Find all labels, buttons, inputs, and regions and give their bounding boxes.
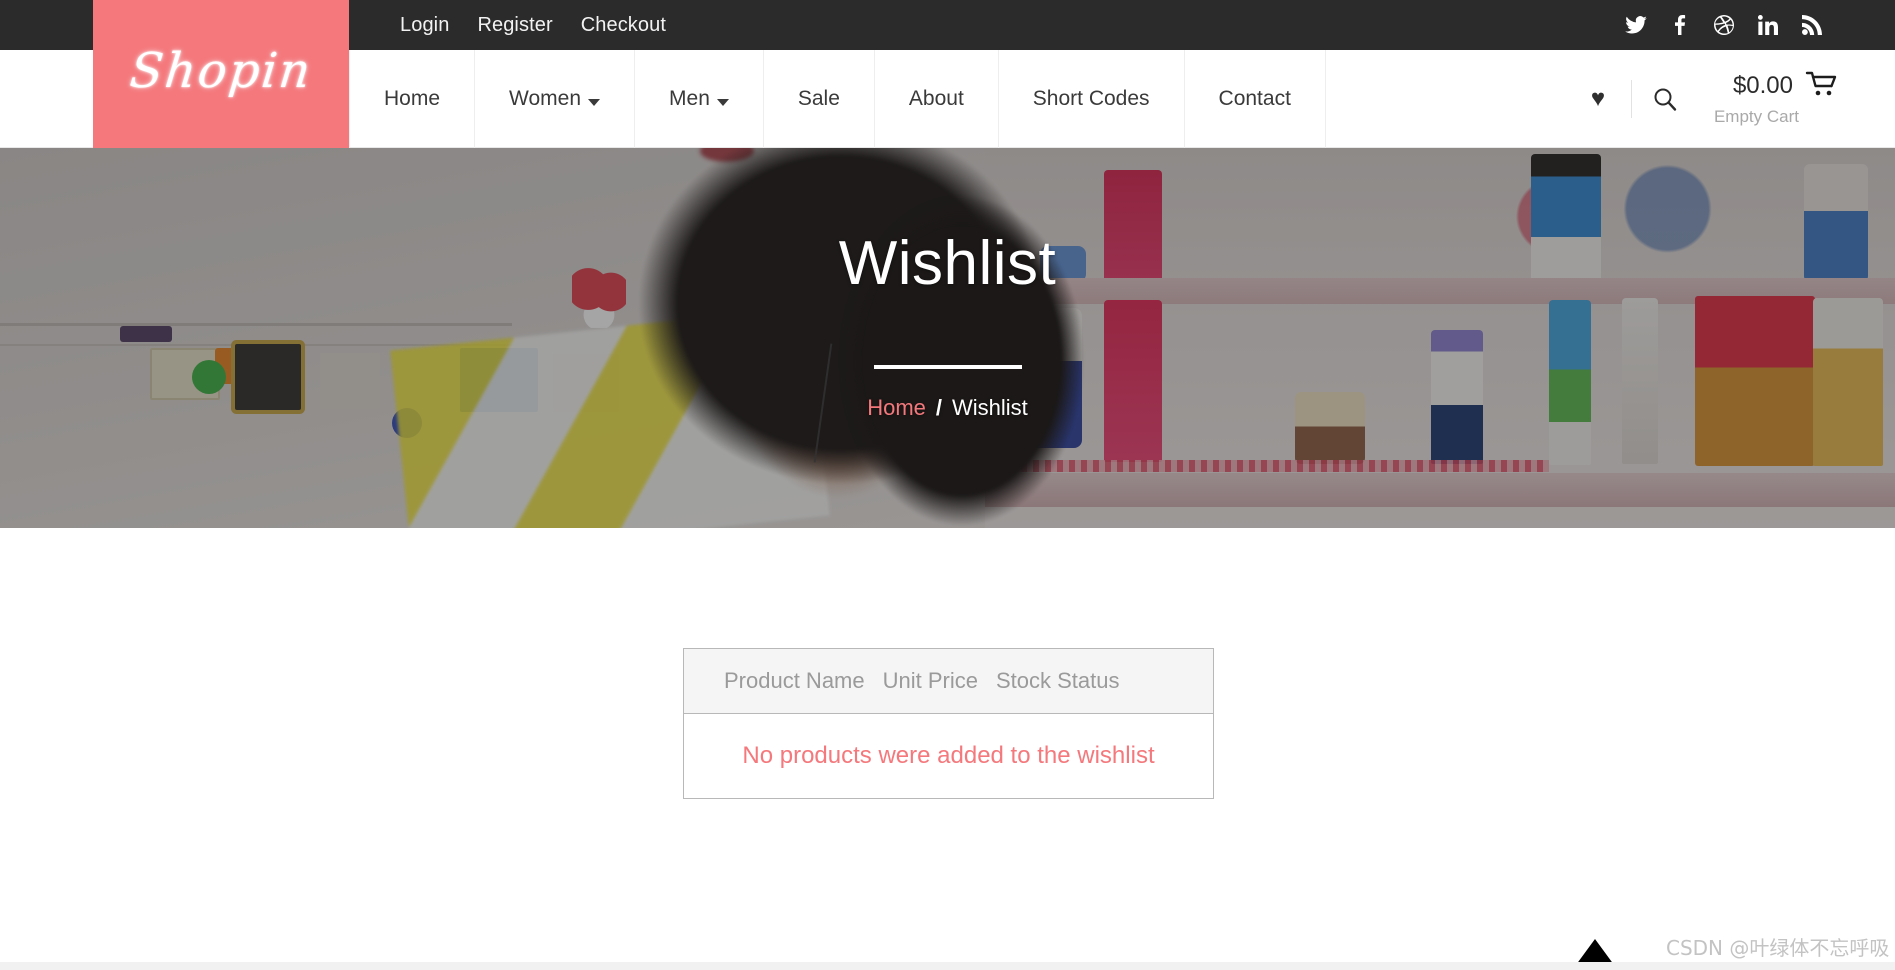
site-logo[interactable]: Shopin (93, 0, 349, 148)
nav-item-home[interactable]: Home (349, 50, 476, 148)
facebook-icon[interactable] (1669, 13, 1691, 37)
cart-total: $0.00 (1732, 72, 1793, 99)
bottom-strip (0, 962, 1895, 970)
nav-label-men: Men (669, 87, 710, 110)
chevron-down-icon (588, 98, 601, 106)
heart-icon[interactable]: ♥ (1571, 50, 1625, 148)
breadcrumb: Home / Wishlist (867, 395, 1028, 421)
nav-label-contact: Contact (1218, 87, 1291, 110)
nav-label-home: Home (384, 87, 441, 110)
column-unit-price: Unit Price (882, 668, 978, 693)
table-header-row: Product Name Unit Price Stock Status (684, 649, 1213, 713)
title-underline (873, 364, 1022, 369)
register-link[interactable]: Register (477, 14, 552, 37)
nav-item-short-codes[interactable]: Short Codes (999, 50, 1185, 148)
wishlist-table: Product Name Unit Price Stock Status No … (683, 648, 1214, 799)
logo-text: Shopin (127, 43, 316, 99)
watermark-text: CSDN @叶绿体不忘呼吸 (1666, 936, 1890, 960)
hero-banner: Wishlist Home / Wishlist (0, 148, 1895, 528)
twitter-icon[interactable] (1625, 13, 1647, 37)
main-menu: Home Women Men Sale About Short Codes Co… (349, 50, 1326, 148)
cart-widget[interactable]: $0.00 Empty Cart (1714, 70, 1841, 129)
page-root: Login Register Checkout Home Women Men S… (0, 0, 1895, 970)
empty-wishlist-message: No products were added to the wishlist (742, 742, 1155, 769)
breadcrumb-home-link[interactable]: Home (867, 395, 926, 421)
nav-actions: ♥ $0.00 Empty Cart (1571, 50, 1841, 148)
nav-divider (1630, 80, 1632, 118)
social-links (1625, 0, 1823, 50)
main-content: Product Name Unit Price Stock Status No … (0, 528, 1895, 970)
nav-label-sale: Sale (797, 87, 840, 110)
checkout-link[interactable]: Checkout (581, 14, 666, 37)
chevron-down-icon (716, 98, 729, 106)
nav-item-sale[interactable]: Sale (764, 50, 875, 148)
dribbble-icon[interactable] (1713, 13, 1735, 37)
nav-label-short-codes: Short Codes (1032, 87, 1150, 110)
linkedin-icon[interactable] (1757, 13, 1779, 37)
breadcrumb-current: Wishlist (952, 394, 1028, 420)
nav-item-about[interactable]: About (875, 50, 999, 148)
column-stock-status: Stock Status (995, 668, 1120, 693)
nav-label-about: About (908, 87, 964, 110)
wishlist-table-body: No products were added to the wishlist (684, 714, 1213, 798)
cart-icon (1805, 70, 1841, 103)
wishlist-table-head: Product Name Unit Price Stock Status (684, 649, 1213, 714)
nav-item-women[interactable]: Women (475, 50, 636, 148)
heart-glyph: ♥ (1590, 85, 1606, 112)
search-icon[interactable] (1638, 50, 1692, 148)
top-utility-links: Login Register Checkout (400, 0, 666, 50)
nav-label-women: Women (509, 87, 582, 110)
nav-item-men[interactable]: Men (635, 50, 764, 148)
nav-item-contact[interactable]: Contact (1185, 50, 1326, 148)
rss-icon[interactable] (1801, 13, 1823, 37)
cart-status: Empty Cart (1713, 106, 1799, 126)
page-title: Wishlist (838, 229, 1057, 298)
column-product-name: Product Name (724, 668, 865, 693)
hero-content: Wishlist Home / Wishlist (0, 148, 1895, 528)
cart-row: $0.00 (1733, 70, 1841, 103)
login-link[interactable]: Login (400, 14, 449, 37)
breadcrumb-separator: / (935, 394, 943, 420)
